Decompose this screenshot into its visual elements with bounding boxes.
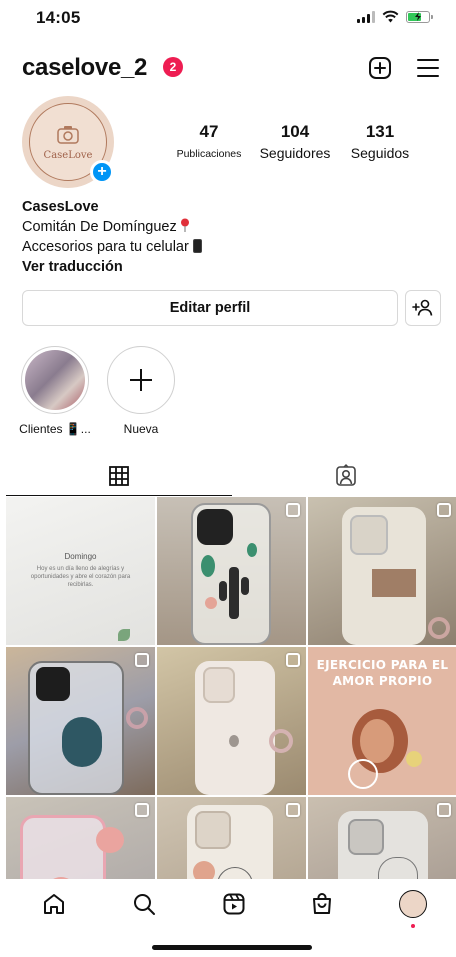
home-icon <box>44 894 64 914</box>
post-thumbnail[interactable]: Domingo Hoy es un día lleno de alegrías … <box>6 497 155 645</box>
tab-tagged[interactable] <box>232 456 456 496</box>
multiple-photos-icon <box>286 503 300 517</box>
signal-icon <box>357 10 375 23</box>
post-thumbnail[interactable] <box>6 647 155 795</box>
nav-shop[interactable] <box>306 888 338 920</box>
nav-search[interactable] <box>128 888 160 920</box>
pin-icon <box>180 218 189 232</box>
discover-people-button[interactable] <box>405 290 441 326</box>
bio-location-line: Comitán De Domínguez <box>22 217 432 237</box>
multiple-photos-icon <box>437 803 451 817</box>
bio-description-line: Accesorios para tu celular <box>22 237 432 257</box>
highlight-cover-image <box>25 350 85 410</box>
stat-followers[interactable]: 104 Seguidores <box>254 122 336 161</box>
multiple-photos-icon <box>286 653 300 667</box>
post-thumbnail[interactable] <box>157 647 306 795</box>
profile-avatar[interactable]: CaseLove + <box>22 96 114 188</box>
post-title: EJERCICIO PARA EL AMOR PROPIO <box>316 658 449 688</box>
stat-posts-value: 47 <box>199 122 219 141</box>
hamburger-menu-icon <box>417 59 439 77</box>
highlight-clientes[interactable]: Clientes 📱... <box>15 346 95 436</box>
create-post-button[interactable] <box>366 54 394 82</box>
multiple-photos-icon <box>286 803 300 817</box>
add-person-icon <box>412 299 433 316</box>
add-story-badge[interactable]: + <box>90 160 114 184</box>
nav-home[interactable] <box>38 888 70 920</box>
post-text: Hoy es un día lleno de alegrías y oportu… <box>30 566 131 588</box>
highlight-new[interactable]: Nueva <box>101 346 181 436</box>
multiple-photos-icon <box>135 653 149 667</box>
stat-posts-label: Publicaciones <box>176 148 242 160</box>
edit-profile-button[interactable]: Editar perfil <box>22 290 398 326</box>
nav-reels[interactable] <box>218 888 250 920</box>
stat-followers-label: Seguidores <box>259 145 331 161</box>
nav-profile[interactable] <box>397 888 429 920</box>
plus-icon <box>130 369 152 391</box>
post-thumbnail[interactable] <box>308 797 456 879</box>
post-thumbnail[interactable] <box>6 797 155 879</box>
see-translation-link[interactable]: Ver traducción <box>22 257 432 277</box>
profile-bio: CasesLove Comitán De Domínguez Accesorio… <box>22 197 432 277</box>
multiple-photos-icon <box>437 503 451 517</box>
profile-activity-dot <box>411 924 415 928</box>
shop-bag-icon <box>313 893 331 914</box>
username[interactable]: caselove_2 <box>22 54 147 82</box>
wifi-icon <box>382 10 399 23</box>
avatar-logo-text: CaseLove <box>43 149 93 161</box>
status-time: 14:05 <box>36 8 81 27</box>
profile-header: caselove_2 2 <box>0 46 456 90</box>
notification-badge[interactable]: 2 <box>163 57 183 77</box>
avatar <box>399 890 427 918</box>
status-icons <box>357 10 433 23</box>
grid-icon <box>109 465 129 486</box>
stat-following-label: Seguidos <box>350 145 410 161</box>
plus-square-icon <box>369 57 391 79</box>
tab-grid[interactable] <box>6 456 232 496</box>
bottom-navigation <box>0 880 456 932</box>
post-title: Domingo <box>64 552 97 561</box>
stat-followers-value: 104 <box>280 122 310 141</box>
tagged-person-icon <box>336 464 356 486</box>
multiple-photos-icon <box>135 803 149 817</box>
stat-following[interactable]: 131 Seguidos <box>344 122 416 161</box>
camera-logo-icon <box>57 125 79 144</box>
battery-icon <box>406 10 433 23</box>
profile-name: CasesLove <box>22 199 99 215</box>
home-indicator[interactable] <box>152 945 312 950</box>
stat-posts[interactable]: 47 Publicaciones <box>170 122 248 160</box>
phone-icon <box>192 239 202 253</box>
stat-following-value: 131 <box>365 122 395 141</box>
post-thumbnail[interactable] <box>308 497 456 645</box>
posts-grid: Domingo Hoy es un día lleno de alegrías … <box>6 497 456 879</box>
bio-location: Comitán De Domínguez <box>22 219 177 235</box>
bio-description: Accesorios para tu celular <box>22 239 189 255</box>
post-thumbnail[interactable] <box>157 497 306 645</box>
search-icon <box>134 894 155 915</box>
status-bar: 14:05 <box>0 0 456 36</box>
profile-stats: 47 Publicaciones 104 Seguidores 131 Segu… <box>170 122 415 166</box>
post-thumbnail[interactable]: EJERCICIO PARA EL AMOR PROPIO <box>308 647 456 795</box>
profile-tabs <box>0 456 456 496</box>
menu-button[interactable] <box>414 54 442 82</box>
highlight-label: Nueva <box>123 422 159 436</box>
post-thumbnail[interactable] <box>157 797 306 879</box>
reels-icon <box>223 893 245 915</box>
highlight-label: Clientes 📱... <box>19 422 91 436</box>
